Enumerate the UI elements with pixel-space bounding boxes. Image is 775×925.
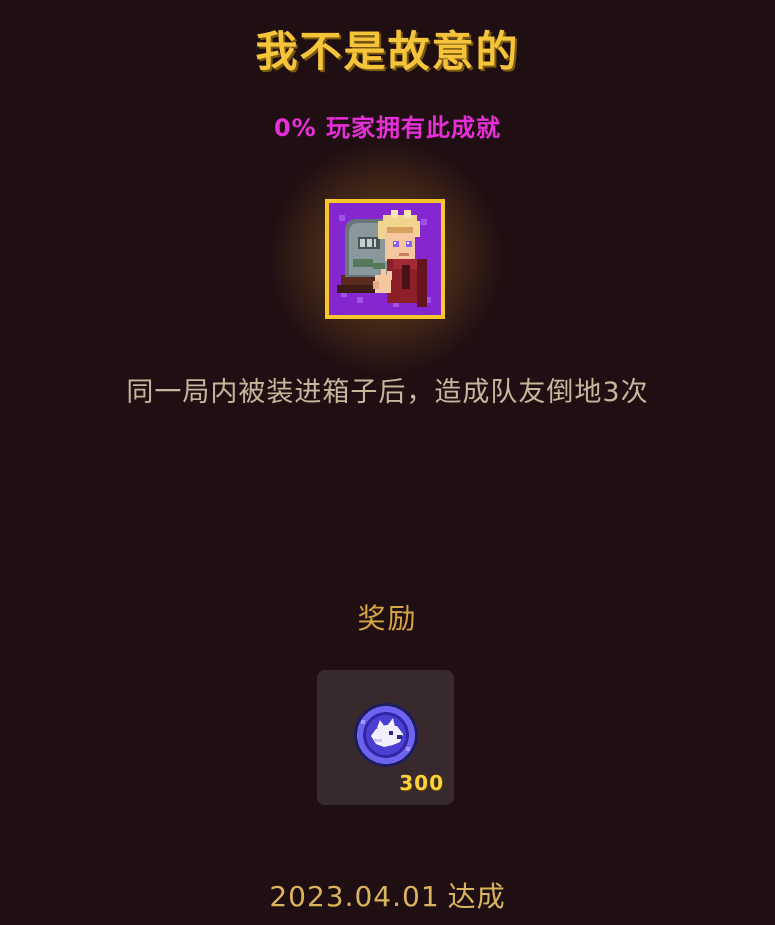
achievement-date: 2023.04.01 xyxy=(269,880,440,913)
achievement-description: 同一局内被装进箱子后，造成队友倒地3次 xyxy=(126,377,649,408)
achievement-title: 我不是故意的 xyxy=(255,27,520,76)
reward-title: 奖励 xyxy=(357,602,418,635)
ownership-percentage: 0% 玩家拥有此成就 xyxy=(273,114,502,142)
wolf-coin-icon xyxy=(354,703,418,767)
achievement-detail-page: 我不是故意的 0% 玩家拥有此成就 同一局内被装进箱子后，造成队友倒地3次 奖励… xyxy=(0,0,775,925)
achievement-date-status: 2023.04.01 达成 xyxy=(0,875,775,915)
reward-amount: 300 xyxy=(399,771,444,795)
achievement-status: 达成 xyxy=(447,880,506,913)
reward-card[interactable]: 300 xyxy=(317,670,454,805)
achievement-badge xyxy=(325,199,445,319)
tombstone-character-badge-icon xyxy=(329,203,441,315)
